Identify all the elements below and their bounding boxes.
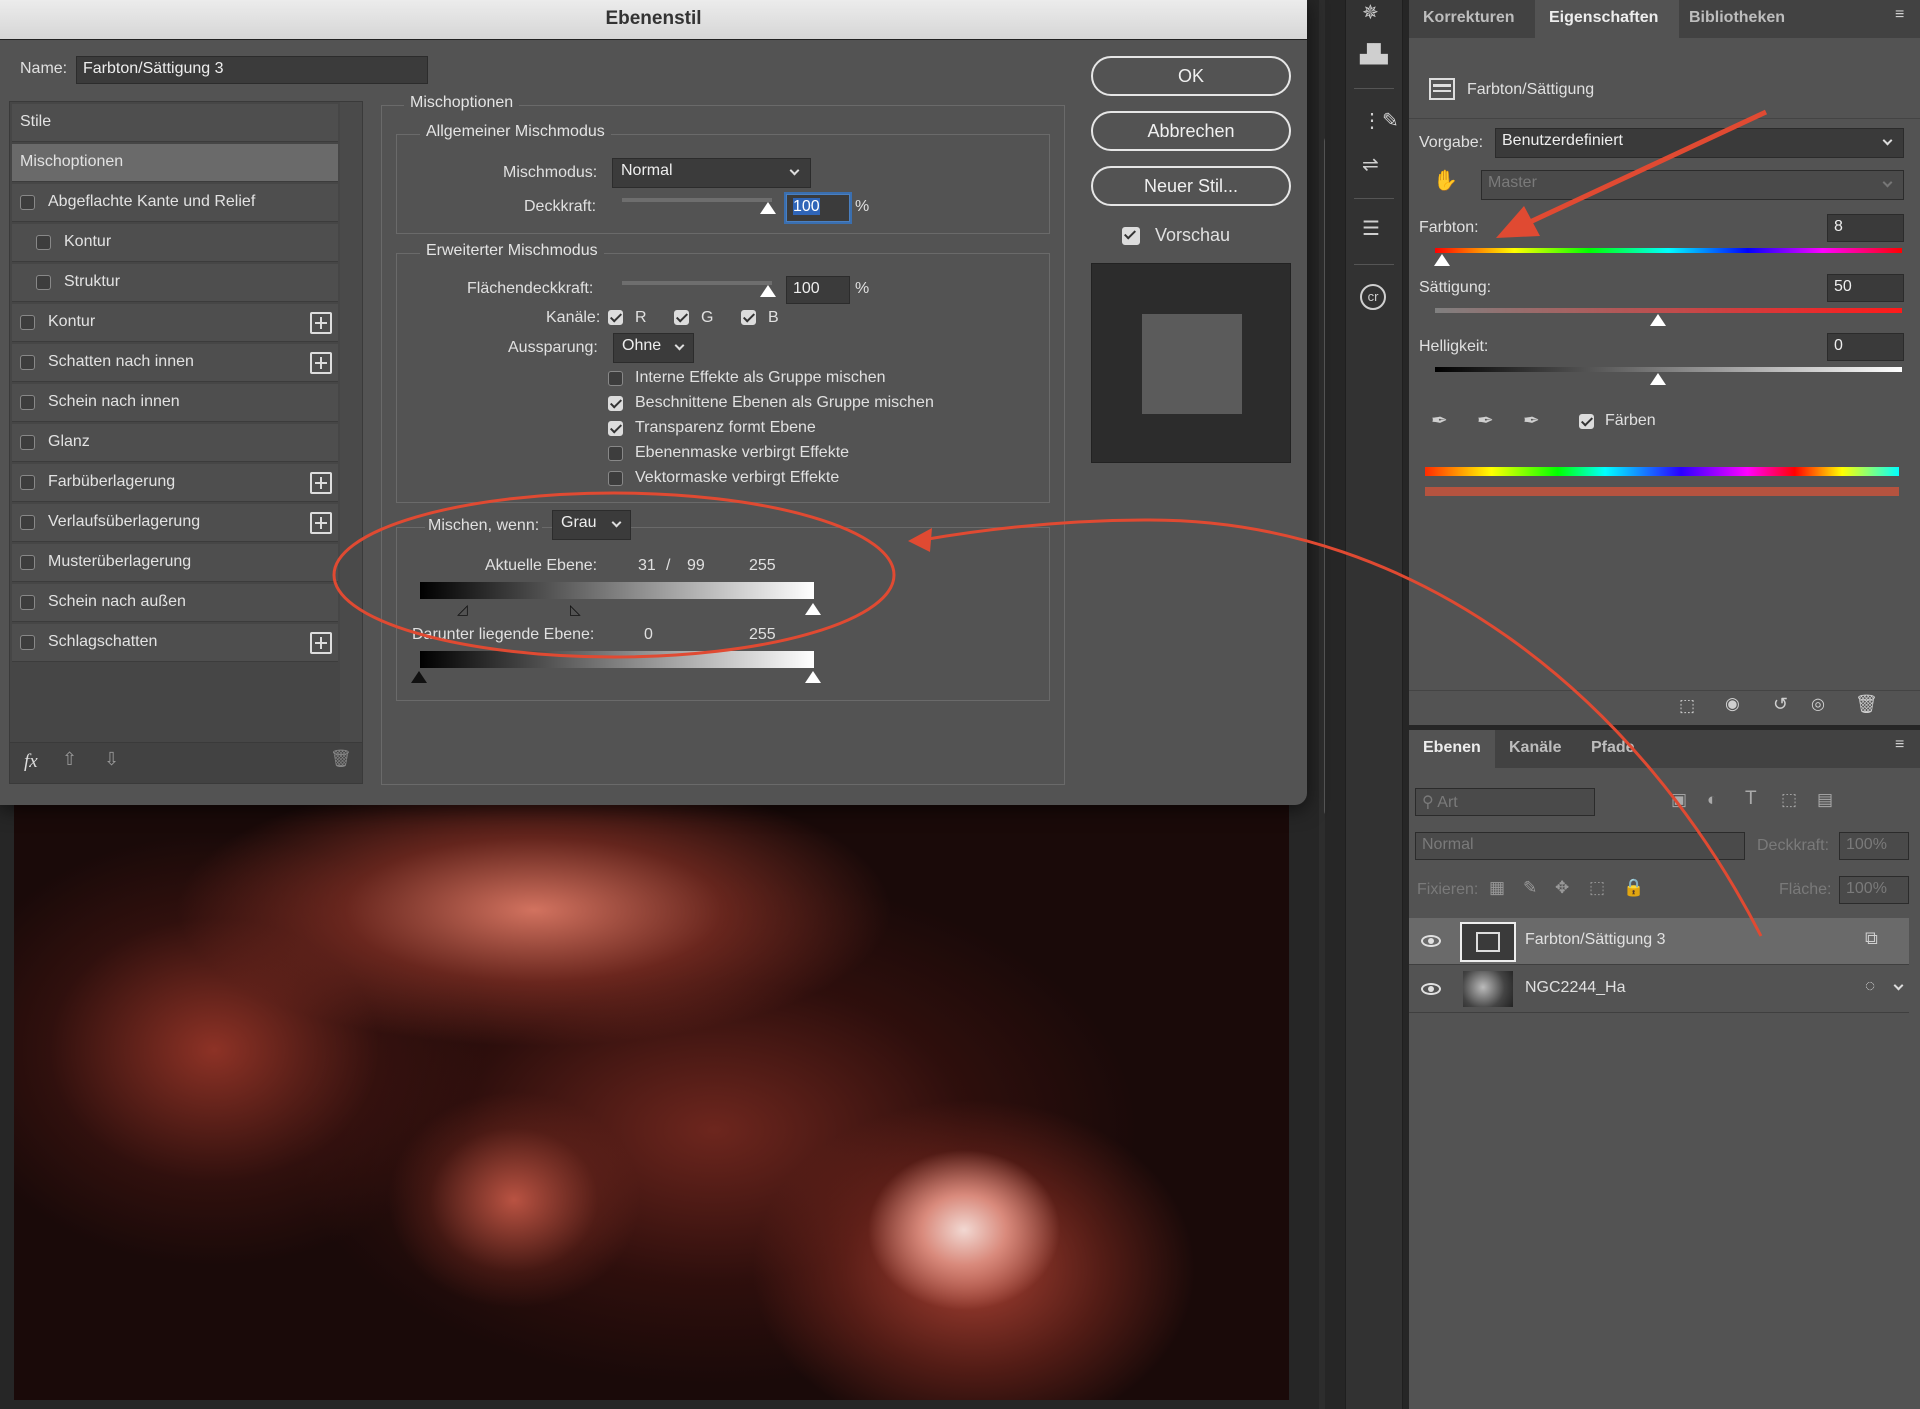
annotation-ellipse: [332, 491, 896, 659]
annotation-arrowhead: [908, 528, 932, 552]
annotation-overlay: [332, 109, 1768, 937]
annotation-straight-arrow: [1528, 109, 1768, 225]
annotation-curve-arrow: [921, 518, 1763, 937]
